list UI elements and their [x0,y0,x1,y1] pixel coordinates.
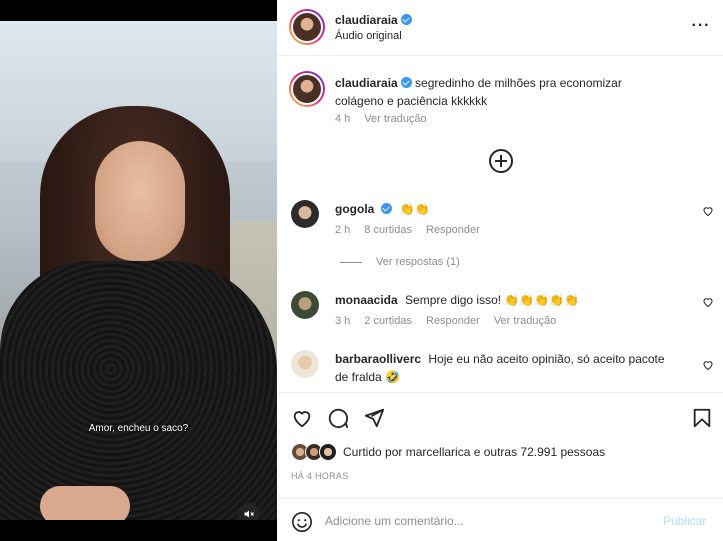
more-horizontal-icon[interactable]: ··· [691,18,711,38]
avatar[interactable] [291,291,319,319]
heart-icon[interactable] [702,359,714,371]
plus-circle-icon[interactable] [489,149,513,173]
reply-button[interactable]: Responder [426,315,480,327]
caption: claudiaraia segredinho de milhões pra ec… [335,74,665,110]
avatar[interactable] [291,200,319,228]
audio-link[interactable]: Áudio original [335,30,402,42]
comment-time: 3 h [335,315,351,327]
emoji-icon[interactable] [291,511,313,533]
caption-avatar[interactable] [289,71,325,107]
view-replies-button[interactable]: Ver respostas (1) [376,256,460,268]
comment-username[interactable]: monaacida [335,293,398,307]
likes-prefix: Curtido por [343,445,406,459]
video-frame[interactable]: Amor, encheu o saco? [0,21,277,520]
post-actions: Curtido por marcellarica e outras 72.991… [277,392,723,498]
add-comment-bar: Publicar [277,498,723,541]
replies-divider [340,262,362,263]
speaker-muted-icon [244,510,254,518]
comment-body: barbaraolliverc Hoje eu não aceito opini… [335,350,675,386]
comment-meta: 3 h 2 curtidas Responder Ver tradução [335,315,570,327]
avatar[interactable] [319,443,337,461]
video-person-face [95,141,185,261]
caption-username[interactable]: claudiaraia [335,76,398,90]
translate-button[interactable]: Ver tradução [494,315,556,327]
comment-likes[interactable]: 8 curtidas [364,224,412,236]
send-icon[interactable] [363,407,385,429]
verified-badge-icon [381,203,393,214]
comment-icon[interactable] [327,407,349,429]
caption-translate[interactable]: Ver tradução [364,113,426,125]
video-person-body [0,261,277,520]
mute-button[interactable] [238,503,260,520]
avatar[interactable] [291,350,319,378]
comment-input[interactable] [325,509,645,533]
post-details-panel: claudiaraia Áudio original ··· claudiara… [277,0,723,541]
likes-others[interactable]: outras 72.991 pessoas [484,445,605,459]
likes-middle: e [470,445,484,459]
liker-username[interactable]: marcellarica [406,445,471,459]
verified-badge-icon [400,14,412,25]
heart-icon[interactable] [291,407,313,429]
post-timestamp[interactable]: HÁ 4 HORAS [291,471,349,481]
heart-icon[interactable] [702,296,714,308]
comment-body: gogola 👏👏 [335,200,675,218]
comment-likes[interactable]: 2 curtidas [364,315,412,327]
post-header: claudiaraia Áudio original ··· [277,0,723,56]
comment-username[interactable]: gogola [335,202,374,216]
comment-username[interactable]: barbaraolliverc [335,352,421,366]
reply-button[interactable]: Responder [426,224,480,236]
heart-icon[interactable] [702,205,714,217]
publish-button[interactable]: Publicar [663,514,706,528]
likes-summary: Curtido por marcellarica e outras 72.991… [291,443,711,463]
video-subtitle: Amor, encheu o saco? [88,423,189,434]
comment-body: monaacida Sempre digo isso! 👏👏👏👏👏 [335,291,675,309]
comment-time: 2 h [335,224,351,236]
comments-list[interactable]: claudiaraia segredinho de milhões pra ec… [277,56,723,392]
post-video[interactable]: Amor, encheu o saco? [0,0,277,541]
comment-text: 👏👏 [399,202,430,216]
caption-meta: 4 h Ver tradução [335,113,441,125]
caption-time: 4 h [335,113,351,125]
author-avatar[interactable] [289,9,325,45]
likes-text[interactable]: Curtido por marcellarica e outras 72.991… [343,445,605,459]
author-name-row: claudiaraia [335,12,412,27]
bookmark-icon[interactable] [691,407,713,429]
video-person-hands [40,486,130,520]
author-username[interactable]: claudiaraia [335,13,398,27]
comment-text: Sempre digo isso! 👏👏👏👏👏 [405,293,580,307]
comment-meta: 2 h 8 curtidas Responder [335,224,494,236]
verified-badge-icon [400,77,412,88]
